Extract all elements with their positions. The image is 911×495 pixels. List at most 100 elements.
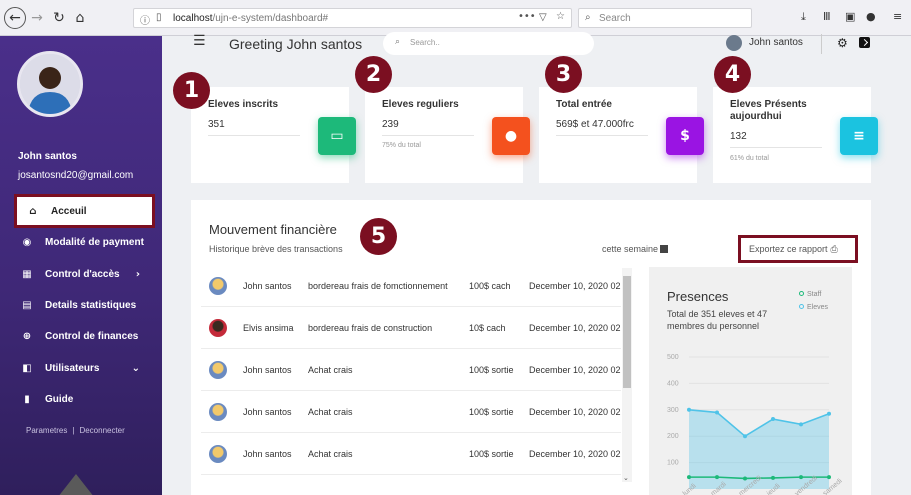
document-icon: ≡ bbox=[840, 117, 878, 155]
info-icon: ⓘ bbox=[140, 16, 150, 27]
finance-icon: ⊕ bbox=[22, 330, 32, 342]
chevron-down-icon[interactable]: ⌄ bbox=[623, 474, 629, 482]
legend-item-staff[interactable]: Staff bbox=[799, 291, 828, 298]
stat-sub: 61% du total bbox=[730, 155, 769, 162]
home-icon[interactable]: ⌂ bbox=[69, 7, 91, 29]
library-icon[interactable]: Ⅲ bbox=[823, 10, 831, 23]
sidebar-item-details-statistiques[interactable]: ▤ Details statistiques bbox=[20, 291, 154, 319]
tx-name: John santos bbox=[243, 281, 292, 291]
reload-icon[interactable]: ↻ bbox=[48, 7, 70, 29]
tx-amount: 100$ cach bbox=[469, 281, 511, 291]
stat-title: Total entrée bbox=[556, 99, 612, 110]
card-icon: ▭ bbox=[318, 117, 356, 155]
data-point-staff bbox=[771, 475, 775, 480]
divider bbox=[208, 135, 300, 136]
sidebar-item-control-acces[interactable]: ▦ Control d'accès › bbox=[20, 260, 154, 288]
scrollbar[interactable]: ⌄ bbox=[622, 268, 632, 482]
tx-desc: Achat crais bbox=[308, 407, 353, 417]
logout-icon[interactable] bbox=[859, 37, 870, 48]
data-point-eleves bbox=[715, 410, 719, 415]
divider bbox=[730, 147, 822, 148]
download-icon[interactable]: ⤓ bbox=[801, 10, 806, 24]
settings-link[interactable]: Parametres bbox=[26, 426, 67, 435]
annotation-badge: 1 bbox=[173, 72, 210, 109]
logout-link[interactable]: Deconnecter bbox=[79, 426, 124, 435]
calendar-icon bbox=[660, 245, 669, 253]
logo bbox=[54, 474, 98, 495]
table-row[interactable]: Elvis ansima bordereau frais de construc… bbox=[201, 307, 621, 349]
sidebar-links: Parametres | Deconnecter bbox=[26, 426, 125, 435]
export-report-button[interactable]: Exportez ce rapport ⎙ bbox=[738, 235, 858, 263]
sidebar-user-name: John santos bbox=[18, 151, 77, 162]
grid-icon: ▦ bbox=[22, 268, 32, 280]
stat-value: 351 bbox=[208, 119, 225, 130]
tx-name: Elvis ansima bbox=[243, 323, 294, 333]
sidebar-item-control-finances[interactable]: ⊕ Control de finances bbox=[20, 322, 154, 350]
page-icon: ▯ bbox=[156, 12, 162, 23]
stat-card-eleves-presents: Eleves Présents aujourdhui 132 61% du to… bbox=[713, 87, 878, 183]
avatar[interactable] bbox=[17, 51, 83, 117]
tx-date: December 10, 2020 02 bbox=[529, 365, 621, 375]
legend-label: Eleves bbox=[807, 304, 829, 311]
printer-icon: ⎙ bbox=[830, 245, 838, 255]
chart-subtitle: Total de 351 eleves et 47 membres du per… bbox=[667, 309, 768, 331]
legend-item-eleves[interactable]: Eleves bbox=[799, 304, 828, 311]
back-icon[interactable]: ← bbox=[4, 7, 26, 29]
chart-title: Presences bbox=[667, 289, 729, 304]
table-icon: ▤ bbox=[22, 299, 32, 311]
search-input[interactable]: ⌕ Search.. bbox=[383, 32, 594, 55]
sidebar-item-guide[interactable]: ▮ Guide bbox=[20, 385, 154, 413]
tx-desc: Achat crais bbox=[308, 365, 353, 375]
address-bar[interactable]: ⓘ ▯ localhost/ujn-e-system/dashboard# ••… bbox=[133, 8, 572, 28]
sidebar-item-acceuil[interactable]: ⌂ Acceuil bbox=[14, 194, 155, 228]
tx-desc: bordereau frais de construction bbox=[308, 323, 433, 333]
hamburger-icon[interactable]: ☰ bbox=[193, 33, 206, 49]
menu-icon[interactable]: ≡ bbox=[893, 10, 902, 23]
week-filter[interactable]: cette semaine bbox=[602, 244, 669, 254]
chevron-down-icon: ⌄ bbox=[131, 362, 140, 374]
avatar bbox=[209, 277, 227, 295]
chart-legend: Staff Eleves bbox=[799, 291, 828, 317]
avatar bbox=[209, 319, 227, 337]
sidebar-item-modalite-payment[interactable]: ◉ Modalité de payment bbox=[20, 228, 154, 256]
financial-panel: Mouvement financière Historique brève de… bbox=[191, 200, 871, 495]
tx-amount: 10$ cach bbox=[469, 323, 506, 333]
table-row[interactable]: John santos bordereau frais de fomctionn… bbox=[201, 265, 621, 307]
sidebar-item-label: Acceuil bbox=[51, 205, 87, 217]
tx-amount: 100$ sortie bbox=[469, 449, 514, 459]
payment-icon: ◉ bbox=[22, 236, 32, 248]
stat-value: 569$ et 47.000frc bbox=[556, 119, 634, 130]
table-row[interactable]: John santos Achat crais 100$ sortie Dece… bbox=[201, 433, 621, 475]
y-tick-label: 100 bbox=[667, 460, 679, 467]
divider bbox=[382, 135, 474, 136]
account-icon[interactable]: ● bbox=[866, 10, 876, 23]
search-icon: ⌕ bbox=[585, 12, 591, 23]
stat-title: Eleves inscrits bbox=[208, 99, 279, 110]
url-text: localhost/ujn-e-system/dashboard# bbox=[173, 13, 328, 24]
stat-card-eleves-reguliers: Eleves reguliers 239 75% du total ● bbox=[365, 87, 530, 183]
data-point-eleves bbox=[687, 407, 691, 412]
scroll-thumb[interactable] bbox=[623, 276, 631, 388]
annotation-badge: 2 bbox=[355, 56, 392, 93]
tx-amount: 100$ sortie bbox=[469, 365, 514, 375]
annotation-badge: 3 bbox=[545, 56, 582, 93]
sidebar-item-label: Guide bbox=[45, 393, 74, 405]
table-row[interactable]: John santos Achat crais 100$ sortie Dece… bbox=[201, 391, 621, 433]
url-path: /ujn-e-system/dashboard# bbox=[212, 13, 329, 24]
pocket-icon[interactable]: ▽ bbox=[539, 12, 547, 23]
y-tick-label: 500 bbox=[667, 354, 679, 361]
data-point-eleves bbox=[827, 411, 831, 416]
more-icon[interactable]: ••• bbox=[518, 11, 536, 22]
sidebar-toggle-icon[interactable]: ▣ bbox=[845, 10, 855, 23]
table-row[interactable]: John santos Achat crais 100$ sortie Dece… bbox=[201, 349, 621, 391]
tx-name: John santos bbox=[243, 365, 292, 375]
topbar-user-name[interactable]: John santos bbox=[749, 37, 803, 48]
legend-dot bbox=[799, 291, 804, 296]
browser-search-input[interactable]: ⌕ Search bbox=[578, 8, 752, 28]
bookmark-icon[interactable]: ☆ bbox=[556, 11, 565, 22]
sidebar-item-utilisateurs[interactable]: ◧ Utilisateurs ⌄ bbox=[20, 354, 154, 382]
gear-icon[interactable]: ⚙ bbox=[837, 36, 848, 50]
avatar[interactable] bbox=[726, 35, 742, 51]
forward-icon[interactable]: → bbox=[26, 7, 48, 29]
avatar bbox=[209, 445, 227, 463]
